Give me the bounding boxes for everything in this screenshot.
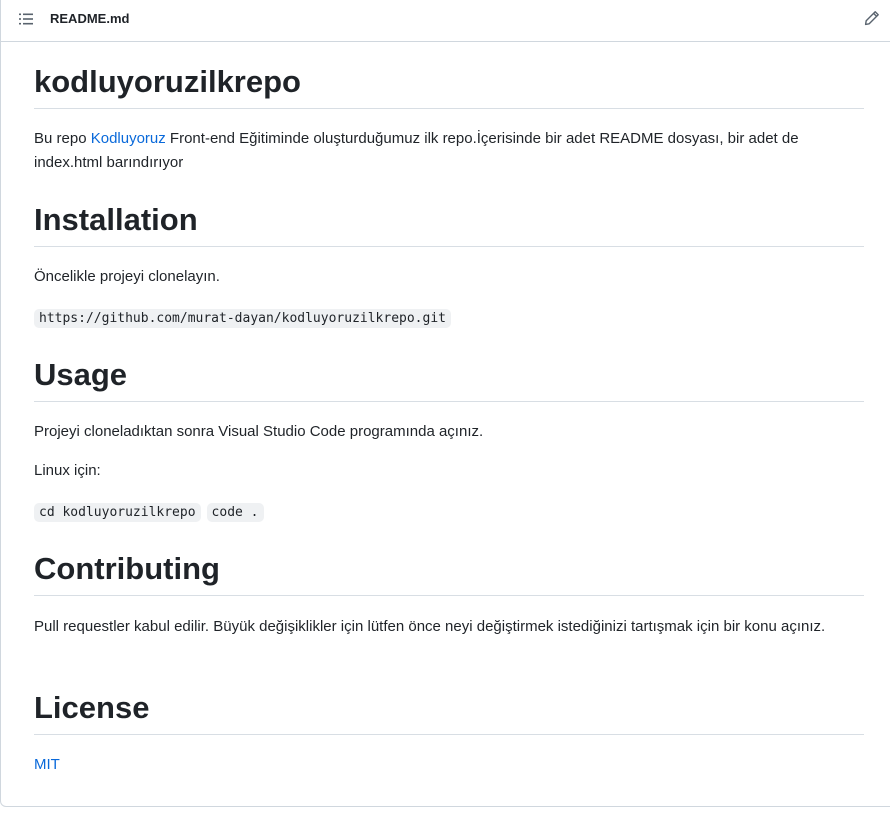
installation-code-line: https://github.com/murat-dayan/kodluyoru… (34, 307, 451, 329)
cd-command-code: cd kodluyoruzilkrepo (34, 503, 201, 522)
readme-panel: README.md kodluyoruzilkrepo Bu repo Kodl… (0, 0, 890, 807)
file-name: README.md (50, 11, 130, 26)
installation-text: Öncelikle projeyi clonelayın. (34, 268, 220, 285)
intro-text-before: Bu repo (34, 130, 91, 147)
file-header: README.md (1, 0, 890, 42)
usage-heading: Usage (34, 355, 864, 402)
list-unordered-icon[interactable] (18, 11, 34, 27)
intro-paragraph: Bu repo Kodluyoruz Front-end Eğitiminde … (34, 127, 864, 175)
usage-text: Projeyi cloneladıktan sonra Visual Studi… (34, 423, 484, 440)
kodluyoruz-link[interactable]: Kodluyoruz (91, 130, 166, 147)
usage-code-line: cd kodluyoruzilkrepo code . (34, 501, 264, 523)
mit-license-link[interactable]: MIT (34, 756, 60, 773)
license-paragraph: MIT (34, 753, 864, 777)
linux-label: Linux için: (34, 462, 101, 479)
clone-url-code: https://github.com/murat-dayan/kodluyoru… (34, 309, 451, 328)
readme-title: kodluyoruzilkrepo (34, 62, 864, 109)
pencil-icon[interactable] (864, 10, 880, 26)
installation-heading: Installation (34, 200, 864, 247)
contributing-text: Pull requestler kabul edilir. Büyük deği… (34, 618, 826, 635)
license-heading: License (34, 688, 864, 735)
contributing-heading: Contributing (34, 549, 864, 596)
code-command-code: code . (206, 503, 264, 522)
